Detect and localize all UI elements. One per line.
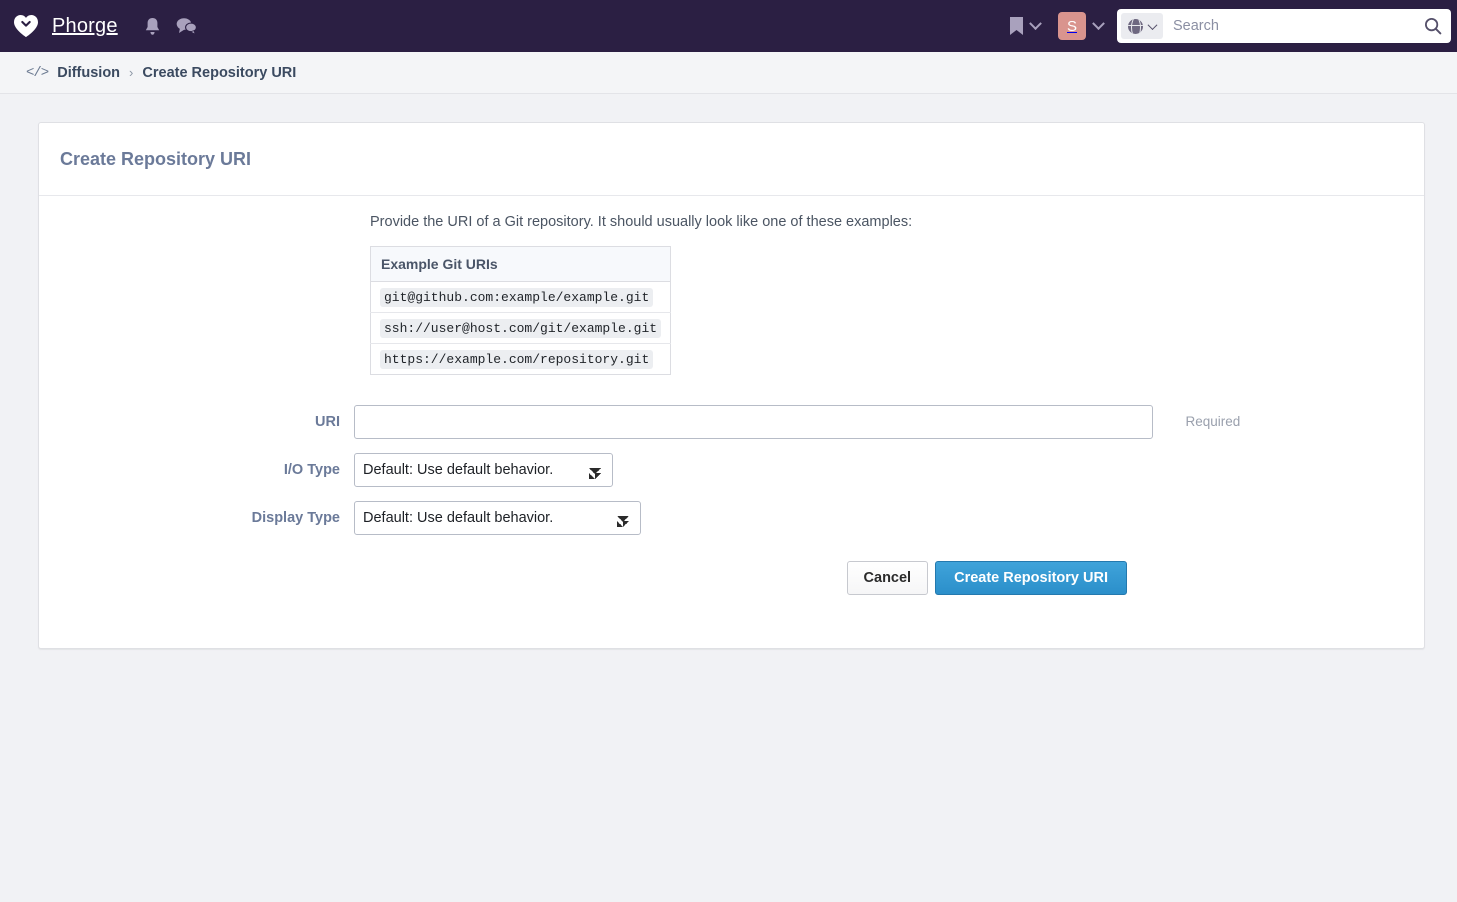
example-uri-ssh-scp: git@github.com:example/example.git <box>380 288 654 307</box>
bookmarks-menu-button[interactable] <box>1000 0 1048 52</box>
table-row: ssh://user@host.com/git/example.git <box>370 312 671 344</box>
example-uri-ssh: ssh://user@host.com/git/example.git <box>380 319 662 338</box>
display-type-control: Default: Use default behavior. <box>354 501 1424 535</box>
user-menu-button[interactable]: S <box>1048 0 1111 52</box>
notifications-button[interactable] <box>136 0 170 52</box>
nav-left-group: Phorge <box>0 0 204 52</box>
create-repository-uri-button[interactable]: Create Repository URI <box>935 561 1127 595</box>
chat-bubbles-icon <box>176 18 198 35</box>
panel-header: Create Repository URI <box>39 123 1424 196</box>
intro-text: Provide the URI of a Git repository. It … <box>370 214 913 230</box>
form-actions: Cancel Create Repository URI <box>39 561 1424 595</box>
create-repository-uri-panel: Create Repository URI Provide the URI of… <box>38 122 1425 649</box>
breadcrumb-separator-icon: › <box>129 65 134 80</box>
io-type-select[interactable]: Default: Use default behavior. <box>354 453 613 487</box>
page-title: Create Repository URI <box>60 148 252 169</box>
chevron-down-icon <box>1029 16 1042 30</box>
column-header-example-git-uris: Example Git URIs <box>370 246 671 282</box>
search-submit-button[interactable] <box>1421 14 1445 38</box>
global-search <box>1117 9 1451 43</box>
table-cell: ssh://user@host.com/git/example.git <box>370 312 671 344</box>
code-icon: </> <box>26 64 49 81</box>
uri-input[interactable] <box>354 405 1153 439</box>
breadcrumb-item-diffusion[interactable]: Diffusion <box>57 65 120 81</box>
bell-icon <box>146 17 160 35</box>
heart-logo-icon <box>14 15 38 37</box>
table-row: git@github.com:example/example.git <box>370 281 671 313</box>
cancel-button[interactable]: Cancel <box>846 561 929 595</box>
table-header-row: Example Git URIs <box>370 246 671 282</box>
table-row: https://example.com/repository.git <box>371 344 671 375</box>
display-type-label: Display Type <box>251 510 340 526</box>
uri-control: Required <box>354 405 1424 439</box>
breadcrumb: </> Diffusion › Create Repository URI <box>0 52 1457 94</box>
example-git-uris-table: Example Git URIs git@github.com:example/… <box>370 246 672 375</box>
chevron-down-icon <box>1147 19 1158 30</box>
chevron-down-icon <box>1092 16 1105 30</box>
form-row-io-type: I/O Type Default: Use default behavior. <box>39 453 1424 487</box>
uri-required-note: Required <box>1185 414 1241 429</box>
form-row-uri: URI Required <box>39 405 1424 439</box>
search-scope-button[interactable] <box>1121 13 1163 39</box>
table-cell: https://example.com/repository.git <box>371 344 671 375</box>
panel-body: Provide the URI of a Git repository. It … <box>39 196 1424 595</box>
form-row-display-type: Display Type Default: Use default behavi… <box>39 501 1424 535</box>
avatar: S <box>1058 12 1086 40</box>
globe-icon <box>1128 18 1143 34</box>
conpherence-button[interactable] <box>170 0 204 52</box>
bookmark-icon <box>1010 17 1023 35</box>
breadcrumb-item-current: Create Repository URI <box>142 64 297 81</box>
brand-name[interactable]: Phorge <box>52 15 136 38</box>
home-logo-button[interactable] <box>0 0 52 52</box>
table-cell: git@github.com:example/example.git <box>370 281 671 313</box>
display-type-select[interactable]: Default: Use default behavior. <box>354 501 641 535</box>
top-navigation-bar: Phorge S <box>0 0 1457 52</box>
nav-right-group: S <box>1000 0 1457 52</box>
uri-label: URI <box>315 414 340 430</box>
search-input[interactable] <box>1163 17 1421 35</box>
example-uri-https: https://example.com/repository.git <box>380 350 654 369</box>
io-type-control: Default: Use default behavior. <box>354 453 1424 487</box>
io-type-label: I/O Type <box>283 462 340 478</box>
magnifier-icon <box>1425 18 1442 35</box>
